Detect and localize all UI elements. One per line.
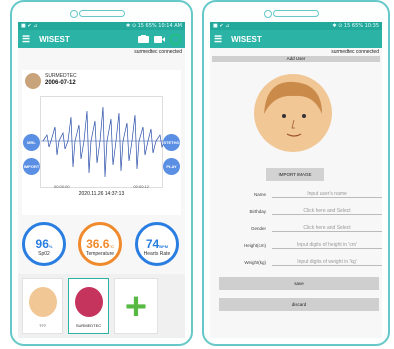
ecg-tick-end: 00:00:12 [133, 184, 149, 189]
thumb-name: SURMEDTEC [75, 323, 102, 328]
connection-status: surmedtec connected [331, 49, 379, 55]
weight-label: Weight(kg) [244, 259, 266, 265]
spo2-unit: % [48, 244, 53, 249]
temperature-label: Temperature [85, 251, 115, 257]
spo2-value: 96 [35, 237, 49, 251]
screen-left: ■ ✔ ⊿ ✱ ⊙ 15 65% 10:14 AM ☰ WISEST surme… [18, 22, 185, 338]
user-thumbnails: ??? SURMEDTEC + [18, 274, 185, 338]
user-avatar-placeholder [28, 287, 57, 317]
birthday-label: Birthday [249, 208, 266, 214]
temperature-unit: °C [109, 244, 114, 249]
form-row-birthday: Birthday Click here and Select [210, 205, 382, 217]
avatar[interactable] [25, 73, 41, 89]
ecg-waveform [40, 96, 170, 188]
form-row-weight: Weight(kg) Input digits of weight in 'kg… [210, 256, 382, 268]
stethoscope-button[interactable]: STETHO [163, 134, 180, 151]
gauge-spo2: 96% Sp02 [22, 222, 66, 266]
gauge-heart-rate: 74BPM Hearts Rate [135, 222, 179, 266]
form-row-height: Height(cm) Input digits of height in 'cm… [210, 239, 382, 251]
gender-label: Gender [250, 225, 266, 231]
phone-frame-left: ■ ✔ ⊿ ✱ ⊙ 15 65% 10:14 AM ☰ WISEST surme… [10, 0, 193, 346]
screen-right: ■ ✔ ⊿ ✱ ⊙ 15 65% 10:35 ☰ WISEST surmedte… [210, 22, 382, 338]
status-right: ✱ ⊙ 15 65% 10:14 AM [126, 23, 182, 29]
user-name: SURMEDTEC [45, 73, 77, 79]
record-icon[interactable] [154, 34, 165, 45]
spo2-label: Sp02 [38, 251, 50, 257]
mrl-button[interactable]: MRL [23, 134, 40, 151]
temperature-value: 36.6 [86, 237, 110, 251]
height-input[interactable]: Input digits of height in 'cm' [272, 242, 382, 249]
import-button[interactable]: IMPORT [23, 158, 40, 175]
birthday-select[interactable]: Click here and Select [272, 208, 382, 215]
form-row-gender: Gender Click here and Select [210, 222, 382, 234]
status-right: ✱ ⊙ 15 65% 10:35 [332, 23, 379, 29]
menu-icon[interactable]: ☰ [22, 34, 30, 44]
heart-rate-unit: BPM [159, 244, 169, 249]
camera-icon [70, 10, 78, 18]
name-label: Name [253, 191, 266, 197]
status-left: ■ ✔ ⊿ [213, 23, 230, 29]
status-bar: ■ ✔ ⊿ ✱ ⊙ 15 65% 10:14 AM [18, 22, 185, 30]
ecg-timestamp: 2020.11.26 14:37:13 [78, 191, 125, 197]
user-date: 2006-07-12 [45, 80, 76, 86]
app-title: WISEST [39, 34, 70, 44]
speaker-grille [273, 10, 319, 17]
connection-status: surmedtec connected [134, 49, 182, 55]
play-button[interactable]: PLAY [163, 158, 180, 175]
ecg-card: SURMEDTEC 2006-07-12 00:00:00 00:00:12 M… [22, 70, 181, 215]
app-title: WISEST [231, 34, 262, 44]
save-button[interactable]: save [219, 277, 379, 290]
menu-icon[interactable]: ☰ [214, 34, 222, 44]
form-row-name: Name Input user's name [210, 188, 382, 200]
discard-button[interactable]: discard [219, 298, 379, 311]
speaker-grille [78, 10, 125, 17]
ecg-tick-start: 00:00:00 [54, 184, 70, 189]
status-left: ■ ✔ ⊿ [21, 23, 38, 29]
app-bar: ☰ WISEST [18, 30, 185, 48]
power-icon[interactable] [170, 33, 181, 45]
weight-input[interactable]: Input digits of weight in 'kg' [272, 259, 382, 266]
user-avatar-placeholder[interactable] [254, 74, 332, 152]
user-thumb-unknown[interactable]: ??? [22, 278, 63, 334]
app-bar: ☰ WISEST [210, 30, 382, 48]
add-user-header: Add User [212, 56, 380, 62]
gender-select[interactable]: Click here and Select [272, 225, 382, 232]
phone-frame-right: ■ ✔ ⊿ ✱ ⊙ 15 65% 10:35 ☰ WISEST surmedte… [202, 0, 390, 346]
camera-switch-icon[interactable] [138, 34, 149, 45]
heart-rate-label: Hearts Rate [143, 251, 171, 257]
name-input[interactable]: Input user's name [272, 191, 382, 198]
user-thumb-surmedtec[interactable]: SURMEDTEC [68, 278, 109, 334]
height-label: Height(cm) [243, 242, 266, 248]
camera-icon [264, 10, 272, 18]
gauge-temperature: 36.6°C Temperature [78, 222, 122, 266]
add-user-button[interactable]: + [114, 278, 158, 334]
user-avatar-photo [74, 287, 103, 317]
status-bar: ■ ✔ ⊿ ✱ ⊙ 15 65% 10:35 [210, 22, 382, 30]
import-image-button[interactable]: IMPORT IMAGE [266, 168, 324, 181]
thumb-name: ??? [39, 323, 46, 328]
ecg-axis: 00:00:00 00:00:12 [54, 184, 149, 189]
heart-rate-value: 74 [145, 237, 160, 251]
